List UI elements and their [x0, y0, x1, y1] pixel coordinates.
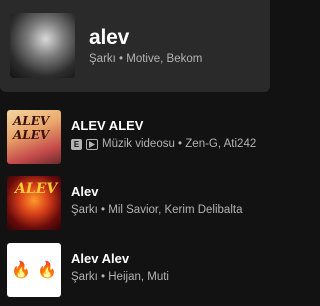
top-result-card[interactable]: alev Şarkı • Motive, Bekom: [0, 0, 270, 92]
search-results: alev Şarkı • Motive, Bekom ALEV ALEV ALE…: [0, 0, 270, 306]
song-artwork: ALEV: [7, 176, 61, 230]
fire-icon: 🔥: [11, 262, 31, 279]
song-subtitle-line: E Müzik videosu • Zen-G, Ati242: [71, 138, 256, 150]
song-title: ALEV ALEV: [71, 118, 144, 133]
top-result-artwork: [10, 13, 75, 78]
song-artwork: ALEV ALEV: [7, 110, 61, 164]
song-subtitle: Şarkı • Heijan, Muti: [71, 271, 169, 283]
top-result-title: alev: [89, 26, 130, 49]
artwork-lettering: ALEV: [15, 181, 58, 197]
song-subtitle-line: Şarkı • Mil Savior, Kerim Delibalta: [71, 204, 242, 216]
explicit-icon: E: [71, 138, 82, 150]
song-row[interactable]: ALEV Alev Şarkı • Mil Savior, Kerim Deli…: [0, 176, 270, 238]
fire-icon: 🔥: [37, 262, 57, 279]
top-result-subtitle: Şarkı • Motive, Bekom: [89, 53, 203, 65]
music-video-icon: [86, 138, 98, 150]
song-subtitle: Şarkı • Mil Savior, Kerim Delibalta: [71, 204, 243, 216]
song-title: Alev Alev: [71, 251, 130, 266]
song-title: Alev: [71, 184, 99, 199]
song-row[interactable]: 🔥 🔥 Alev Alev Şarkı • Heijan, Muti: [0, 243, 270, 305]
song-row[interactable]: ALEV ALEV ALEV ALEV E Müzik videosu • Ze…: [0, 110, 270, 172]
song-artwork: 🔥 🔥: [7, 243, 61, 297]
song-subtitle-line: Şarkı • Heijan, Muti: [71, 271, 169, 283]
song-subtitle: Müzik videosu • Zen-G, Ati242: [102, 138, 257, 150]
artwork-lettering: ALEV ALEV: [13, 114, 50, 142]
